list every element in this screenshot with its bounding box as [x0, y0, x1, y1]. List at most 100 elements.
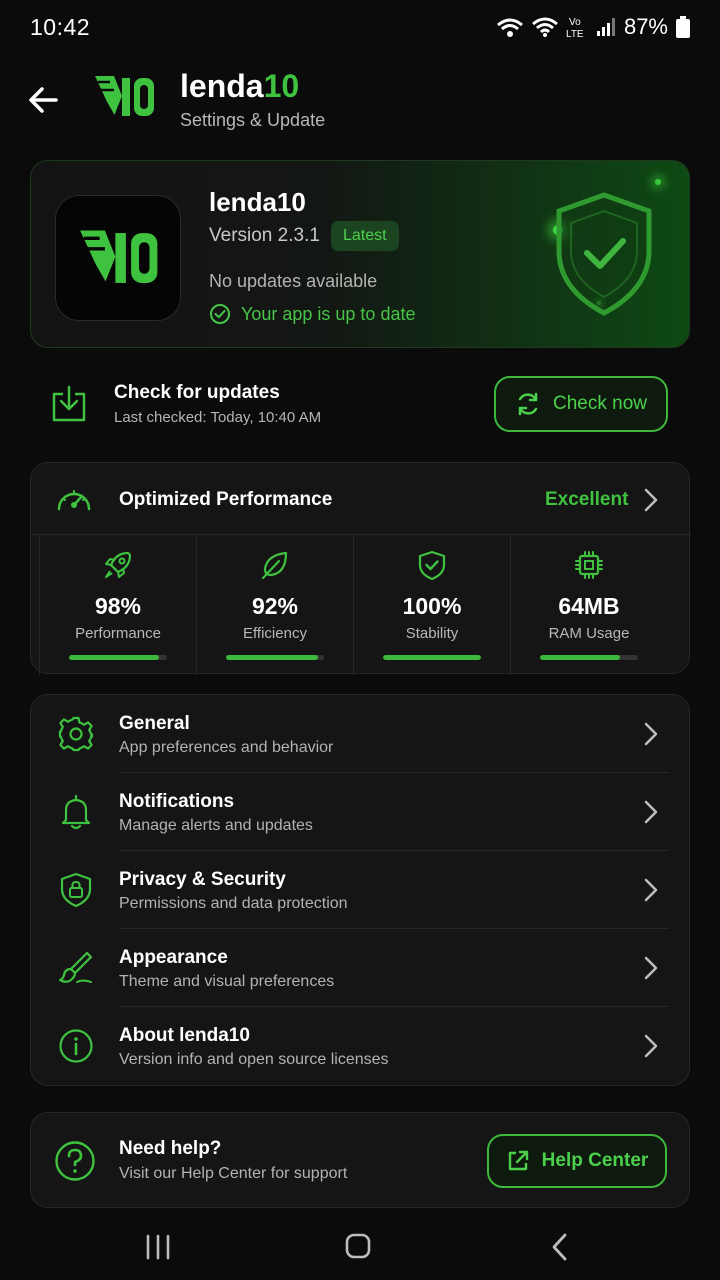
stat-progress-bar: [69, 655, 167, 660]
back-arrow-icon[interactable]: [26, 82, 62, 118]
rocket-icon: [105, 551, 132, 578]
help-card: Need help? Visit our Help Center for sup…: [30, 1112, 690, 1208]
wifi-icon: [531, 17, 558, 37]
battery-icon: [676, 16, 690, 38]
latest-badge: Latest: [331, 221, 399, 251]
settings-menu: General App preferences and behavior Not…: [30, 694, 690, 1086]
info-icon: [59, 1029, 93, 1063]
stat-value: 100%: [402, 593, 462, 619]
stat-value: 92%: [251, 593, 299, 619]
stat-progress-fill: [383, 655, 481, 660]
bell-icon: [61, 794, 91, 830]
menu-item-title: General: [119, 713, 190, 734]
performance-rating: Excellent: [545, 489, 629, 510]
menu-item-title: Privacy & Security: [119, 869, 286, 890]
chevron-right-icon: [644, 722, 658, 746]
svg-text:LTE: LTE: [566, 29, 584, 39]
gear-icon: [58, 716, 94, 752]
svg-text:Vo: Vo: [569, 17, 581, 28]
volte-icon: Vo LTE: [566, 17, 584, 39]
menu-item-subtitle: Version info and open source licenses: [119, 1051, 389, 1068]
stat-value: 64MB: [558, 593, 620, 619]
chevron-right-icon: [644, 878, 658, 902]
download-icon: [52, 385, 86, 422]
app-name: lenda10: [209, 187, 306, 217]
shield-lock-icon: [60, 872, 92, 908]
chip-icon: [575, 551, 603, 579]
check-updates-title: Check for updates: [114, 382, 280, 403]
brush-icon: [58, 951, 93, 983]
stat-label: Performance: [75, 625, 161, 642]
app-logo-icon: [93, 75, 154, 117]
stat-label: Efficiency: [243, 625, 307, 642]
stat-label: Stability: [405, 625, 459, 642]
stat-progress-fill: [69, 655, 160, 660]
performance-card: Optimized Performance Excellent 98% Perf…: [30, 462, 691, 675]
help-circle-icon: [55, 1141, 95, 1181]
status-icons: Vo LTE 87%: [496, 14, 690, 40]
help-subtitle: Visit our Help Center for support: [119, 1165, 348, 1182]
up-to-date-status: Your app is up to date: [209, 303, 415, 325]
back-nav-icon[interactable]: [540, 1230, 580, 1264]
performance-title: Optimized Performance: [119, 489, 333, 510]
menu-item-title: Appearance: [119, 947, 228, 968]
menu-item-general[interactable]: General App preferences and behavior: [31, 695, 691, 773]
refresh-icon: [518, 392, 538, 416]
menu-item-subtitle: App preferences and behavior: [119, 739, 334, 756]
chevron-right-icon: [644, 488, 658, 512]
external-link-icon: [508, 1150, 528, 1171]
help-center-button[interactable]: Help Center: [487, 1134, 667, 1188]
update-status: No updates available: [209, 271, 378, 291]
menu-item-subtitle: Permissions and data protection: [119, 895, 348, 912]
wifi-calling-icon: [496, 18, 523, 37]
stat-progress-bar: [383, 655, 481, 660]
last-checked-text: Last checked: Today, 10:40 AM: [114, 409, 322, 426]
battery-percent: 87%: [623, 14, 668, 39]
help-title: Need help?: [119, 1138, 222, 1159]
check-circle-icon: [210, 304, 230, 324]
stat-performance: 98% Performance: [39, 535, 196, 675]
check-now-button[interactable]: Check now: [494, 376, 668, 432]
shield-check-icon: [556, 192, 652, 316]
stat-ram-usage: 64MB RAM Usage: [510, 535, 667, 675]
chevron-right-icon: [644, 1034, 658, 1058]
signal-icon: [596, 18, 615, 36]
menu-item-appearance[interactable]: Appearance Theme and visual preferences: [31, 929, 691, 1007]
chevron-right-icon: [644, 956, 658, 980]
app-header: lenda10 Settings & Update: [0, 62, 720, 142]
menu-item-notifications[interactable]: Notifications Manage alerts and updates: [31, 773, 691, 851]
shield-check-icon: [418, 550, 446, 581]
menu-item-title: Notifications: [119, 791, 235, 812]
stat-label: RAM Usage: [548, 625, 630, 642]
stat-stability: 100% Stability: [353, 535, 510, 675]
home-icon[interactable]: [338, 1230, 378, 1264]
chevron-right-icon: [644, 800, 658, 824]
glow-dot: [655, 179, 661, 185]
menu-item-title: About lenda10: [119, 1025, 250, 1046]
recent-apps-icon[interactable]: [138, 1230, 178, 1264]
performance-header[interactable]: Optimized Performance Excellent: [31, 463, 691, 535]
app-logo-large-icon: [77, 229, 158, 284]
menu-item-privacy-security[interactable]: Privacy & Security Permissions and data …: [31, 851, 691, 929]
menu-item-subtitle: Theme and visual preferences: [119, 973, 335, 990]
page-title: lenda10: [180, 68, 300, 104]
app-version: Version 2.3.1: [209, 225, 320, 246]
stat-efficiency: 92% Efficiency: [196, 535, 353, 675]
menu-item-about[interactable]: About lenda10 Version info and open sour…: [31, 1007, 691, 1085]
app-info-card: lenda10 Version 2.3.1 Latest No updates …: [30, 160, 690, 348]
speedometer-icon: [57, 490, 91, 511]
stat-value: 98%: [94, 593, 142, 619]
check-updates-row: Check for updates Last checked: Today, 1…: [30, 366, 690, 442]
stat-progress-fill: [226, 655, 319, 660]
system-nav-bar: [0, 1214, 720, 1280]
stat-progress-bar: [540, 655, 638, 660]
status-bar: 10:42 Vo LTE 87%: [0, 0, 720, 54]
leaf-icon: [261, 551, 288, 580]
app-logo: [55, 195, 181, 321]
status-time: 10:42: [30, 13, 91, 40]
stat-progress-fill: [540, 655, 621, 660]
performance-stats: 98% Performance 92% Efficiency 100% Stab…: [39, 535, 667, 675]
page-subtitle: Settings & Update: [180, 110, 326, 130]
menu-item-subtitle: Manage alerts and updates: [119, 817, 313, 834]
stat-progress-bar: [226, 655, 324, 660]
